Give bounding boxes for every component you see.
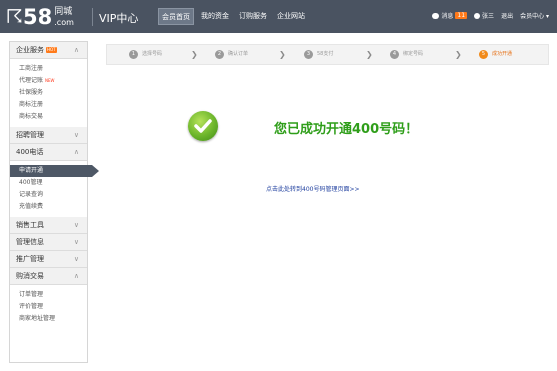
logout-link[interactable]: 退出 [501, 11, 513, 20]
checkmark-icon [194, 119, 212, 133]
sidebar-group-label: 购消交易 [16, 271, 44, 280]
user-center-dropdown[interactable]: 会员中心 ▾ [520, 11, 549, 20]
sidebar-item-merchant-address[interactable]: 商家地址管理 [10, 313, 87, 325]
main-nav: 会员首页 我的资金 订购服务 企业网站 [158, 8, 308, 25]
step-number: 4 [390, 50, 399, 59]
sidebar-group-400-phone[interactable]: 400电话 ∧ [10, 144, 87, 161]
sidebar-item-400-manage[interactable]: 400管理 [10, 177, 87, 189]
step-number: 5 [479, 50, 488, 59]
step-number: 3 [304, 50, 313, 59]
top-bar: ☈ 58 同城 .com VIP中心 会员首页 我的资金 订购服务 企业网站 消… [0, 0, 557, 33]
step-5: 5 成功开通 [479, 50, 512, 59]
nav-member-home[interactable]: 会员首页 [158, 8, 194, 25]
sidebar-item-reviews[interactable]: 评价管理 [10, 301, 87, 313]
chevron-right-icon: ❯ [191, 50, 198, 59]
sidebar-item-social-security[interactable]: 社保服务 [10, 87, 87, 99]
sidebar-group-sales-tools[interactable]: 销售工具 ∨ [10, 217, 87, 234]
step-number: 2 [215, 50, 224, 59]
chevron-down-icon: ∨ [73, 221, 79, 229]
step-label: 绑定号码 [403, 51, 424, 57]
sidebar-item-label: 400管理 [19, 179, 43, 186]
enterprise-services-list: 工商注册 代理记账 NEW 社保服务 商标注册 商标交易 [10, 59, 87, 127]
sidebar-item-label: 商标注册 [19, 101, 44, 108]
logo-divider [92, 8, 93, 26]
sidebar-group-label: 管理信息 [16, 237, 44, 246]
new-badge: NEW [45, 78, 55, 83]
success-check-icon [188, 111, 218, 141]
sidebar-group-label: 400电话 [16, 147, 44, 156]
nav-company-site[interactable]: 企业网站 [274, 8, 308, 25]
chevron-up-icon: ∧ [73, 46, 79, 54]
app-title: VIP中心 [99, 12, 139, 25]
sidebar-item-apply[interactable]: 申请开通 [10, 165, 99, 177]
sidebar-item-label: 申请开通 [19, 167, 44, 174]
phone-400-list: 申请开通 400管理 记录查询 充值续费 [10, 161, 99, 217]
nav-order-service[interactable]: 订购服务 [236, 8, 270, 25]
sidebar-group-info-manage[interactable]: 管理信息 ∨ [10, 234, 87, 251]
step-3: 3 58支付 [304, 50, 333, 59]
step-2: 2 确认订单 [215, 50, 248, 59]
sidebar-group-trade[interactable]: 购消交易 ∧ [10, 268, 87, 285]
trade-list: 订单管理 评价管理 商家地址管理 [10, 285, 87, 329]
hot-badge: HOT [46, 47, 57, 53]
chevron-right-icon: ❯ [366, 50, 373, 59]
sidebar-item-business-registration[interactable]: 工商注册 [10, 63, 87, 75]
chevron-right-icon: ❯ [279, 50, 286, 59]
sidebar-item-orders[interactable]: 订单管理 [10, 289, 87, 301]
sidebar: 企业服务 HOT ∧ 工商注册 代理记账 NEW 社保服务 商标注册 商标交易 招… [9, 41, 99, 363]
chevron-up-icon: ∧ [73, 148, 79, 156]
sidebar-item-trademark-registration[interactable]: 商标注册 [10, 99, 87, 111]
logo-text-top: 同城 [54, 6, 73, 17]
step-4: 4 绑定号码 [390, 50, 423, 59]
sidebar-item-label: 评价管理 [19, 303, 44, 310]
sidebar-group-label: 企业服务 [16, 45, 44, 54]
nav-my-funds[interactable]: 我的资金 [198, 8, 232, 25]
chevron-down-icon: ∨ [73, 255, 79, 263]
logo-text: 同城 .com [54, 6, 74, 27]
sidebar-group-promotion[interactable]: 推广管理 ∨ [10, 251, 87, 268]
messages-link[interactable]: 消息 11 [432, 11, 468, 20]
sidebar-group-label: 招聘管理 [16, 130, 44, 139]
success-message: 您已成功开通400号码！ [274, 122, 419, 137]
step-label: 成功开通 [492, 51, 513, 57]
manage-400-link[interactable]: 点击此处转到400号码管理页面>> [266, 184, 360, 193]
sidebar-group-label: 推广管理 [16, 254, 44, 263]
sidebar-item-label: 商标交易 [19, 113, 44, 120]
step-label: 选择号码 [142, 51, 163, 57]
sidebar-item-label: 代理记账 [19, 77, 44, 84]
sidebar-group-recruit[interactable]: 招聘管理 ∨ [10, 127, 87, 144]
user-icon [474, 12, 481, 19]
chevron-down-icon: ∨ [73, 131, 79, 139]
top-right-links: 消息 11 张三 退出 会员中心 ▾ [432, 11, 549, 20]
logo-mark: ☈ [6, 5, 23, 28]
sidebar-item-label: 订单管理 [19, 291, 44, 298]
messages-count-badge: 11 [455, 12, 468, 19]
sidebar-group-enterprise-services[interactable]: 企业服务 HOT ∧ [10, 42, 87, 59]
step-label: 58支付 [317, 51, 334, 57]
logo[interactable]: ☈ 58 同城 .com [6, 5, 74, 29]
progress-steps: 1 选择号码 ❯ 2 确认订单 ❯ 3 58支付 ❯ 4 绑定号码 ❯ 5 成功… [106, 44, 549, 65]
sidebar-item-label: 充值续费 [19, 203, 44, 210]
step-number: 1 [129, 50, 138, 59]
message-icon [432, 12, 440, 19]
sidebar-item-label: 工商注册 [19, 65, 44, 72]
chevron-up-icon: ∧ [73, 272, 79, 280]
sidebar-group-label: 销售工具 [16, 220, 44, 229]
messages-label: 消息 [441, 13, 454, 20]
username: 张三 [482, 13, 495, 20]
sidebar-item-recharge[interactable]: 充值续费 [10, 201, 87, 213]
logo-number: 58 [23, 4, 53, 29]
user-link[interactable]: 张三 [474, 11, 494, 20]
sidebar-item-label: 社保服务 [19, 89, 44, 96]
sidebar-item-label: 记录查询 [19, 191, 44, 198]
logo-text-bottom: .com [54, 17, 74, 27]
sidebar-item-trademark-trade[interactable]: 商标交易 [10, 111, 87, 123]
sidebar-item-label: 商家地址管理 [19, 315, 56, 322]
chevron-right-icon: ❯ [455, 50, 462, 59]
sidebar-item-bookkeeping[interactable]: 代理记账 NEW [10, 75, 87, 87]
sidebar-item-record-query[interactable]: 记录查询 [10, 189, 87, 201]
step-label: 确认订单 [228, 51, 249, 57]
step-1: 1 选择号码 [129, 50, 162, 59]
chevron-down-icon: ∨ [73, 238, 79, 246]
